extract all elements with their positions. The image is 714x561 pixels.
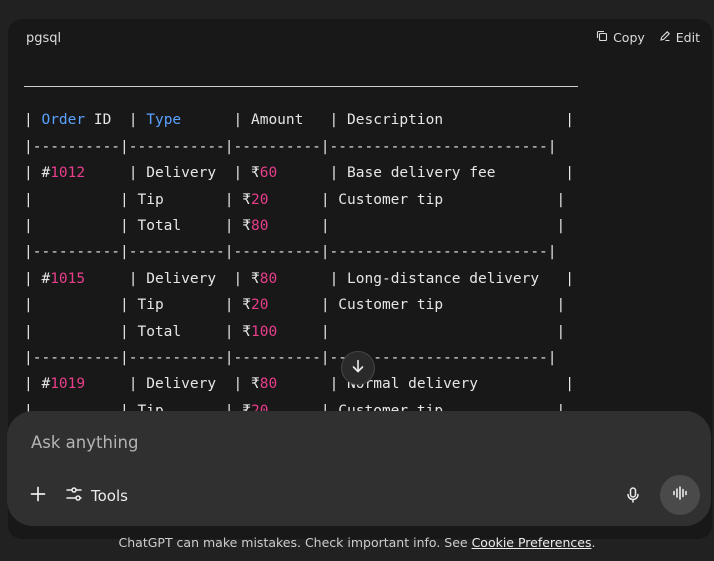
code-line: | #1019 | Delivery | ₹80 | Normal delive… — [24, 371, 574, 397]
disclaimer-text: ChatGPT can make mistakes. Check importa… — [118, 535, 472, 550]
code-text: | | — [277, 323, 566, 340]
code-text: | Long-distance delivery | — [277, 270, 575, 287]
arrow-down-icon — [350, 358, 366, 378]
dictate-button[interactable] — [619, 483, 647, 511]
code-line: | | Total | ₹100 | | — [24, 319, 574, 345]
code-text: | Normal delivery | — [277, 376, 575, 393]
tools-button[interactable]: Tools — [65, 481, 128, 511]
plus-icon — [29, 485, 47, 507]
code-text: | Amount | Description | — [181, 112, 574, 129]
code-text: | # — [24, 165, 51, 182]
code-text: | | Total | ₹ — [24, 323, 251, 340]
code-number: 80 — [250, 217, 269, 234]
code-number: 1015 — [50, 270, 86, 287]
code-number: 20 — [250, 191, 269, 208]
code-line: | | Tip | ₹20 | Customer tip | — [24, 187, 574, 213]
code-text: | | Tip | ₹ — [24, 191, 251, 208]
code-text: | Base delivery fee | — [277, 165, 575, 182]
code-line: |----------|-----------|----------|-----… — [24, 239, 574, 265]
code-text: | Customer tip | — [268, 297, 566, 314]
code-number: 100 — [250, 323, 278, 340]
scroll-to-bottom-button[interactable] — [341, 351, 375, 385]
code-keyword: Type — [146, 112, 182, 129]
code-text: | Delivery | ₹ — [85, 376, 260, 393]
code-actions: Copy Edit — [596, 30, 700, 45]
voice-mode-icon — [671, 484, 689, 506]
code-number: 80 — [259, 270, 278, 287]
code-text: | Delivery | ₹ — [85, 270, 260, 287]
code-content: | Order ID | Type | Amount | Description… — [24, 81, 578, 424]
code-line: | | Tip | ₹20 | Customer tip | — [24, 292, 574, 318]
edit-icon — [659, 30, 671, 45]
code-number: 1012 — [50, 165, 86, 182]
code-line: | #1015 | Delivery | ₹80 | Long-distance… — [24, 266, 574, 292]
code-number: 80 — [259, 376, 278, 393]
code-text: | — [24, 112, 42, 129]
copy-label: Copy — [613, 30, 645, 45]
code-keyword: Order — [41, 112, 86, 129]
edit-label: Edit — [675, 30, 700, 45]
code-text: |----------|-----------|----------|-----… — [24, 138, 557, 155]
code-line: |----------|-----------|----------|-----… — [24, 134, 574, 160]
code-number: 60 — [259, 165, 278, 182]
code-text: |----------|-----------|----------|-----… — [24, 244, 557, 261]
message-composer: Tools — [7, 411, 711, 526]
copy-button[interactable]: Copy — [596, 30, 645, 45]
add-attachment-button[interactable] — [25, 483, 51, 509]
disclaimer: ChatGPT can make mistakes. Check importa… — [0, 535, 714, 550]
tools-label: Tools — [91, 487, 128, 505]
disclaimer-end: . — [591, 535, 596, 550]
code-text: |----------|-----------|----------|-----… — [24, 349, 557, 366]
code-number: 20 — [250, 297, 269, 314]
code-number: 1019 — [50, 376, 86, 393]
prompt-input[interactable] — [29, 429, 673, 455]
code-text: ID | — [85, 112, 147, 129]
code-text: | Customer tip | — [268, 191, 566, 208]
code-line: | Order ID | Type | Amount | Description… — [24, 107, 574, 133]
code-text: | | Tip | ₹ — [24, 297, 251, 314]
voice-mode-button[interactable] — [660, 475, 700, 515]
code-line: | | Total | ₹80 | | — [24, 213, 574, 239]
table-top-rule — [24, 81, 578, 107]
copy-icon — [596, 30, 608, 45]
code-language-label: pgsql — [26, 31, 62, 46]
code-text: | Delivery | ₹ — [85, 165, 260, 182]
sliders-icon — [65, 485, 83, 507]
chat-page: pgsql Copy Edit | Order ID | Type | Amou… — [0, 0, 714, 561]
code-text: | | — [268, 217, 566, 234]
edit-button[interactable]: Edit — [659, 30, 700, 45]
code-line: | #1012 | Delivery | ₹60 | Base delivery… — [24, 160, 574, 186]
code-text: | # — [24, 270, 51, 287]
code-text: | | Total | ₹ — [24, 217, 251, 234]
code-text: | # — [24, 376, 51, 393]
microphone-icon — [624, 486, 642, 508]
cookie-preferences-link[interactable]: Cookie Preferences — [472, 535, 592, 550]
code-line: |----------|-----------|----------|-----… — [24, 345, 574, 371]
